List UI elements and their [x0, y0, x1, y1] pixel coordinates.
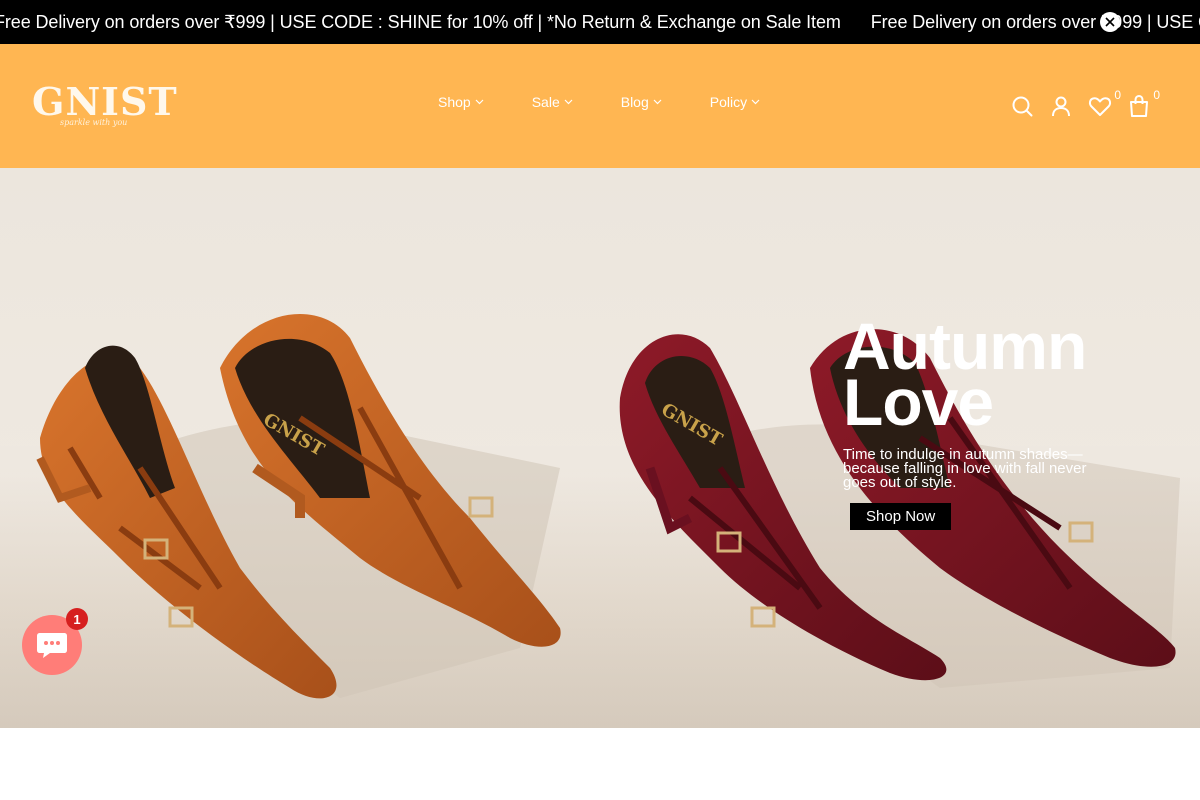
- hero-title: Autumn Love: [843, 313, 1143, 439]
- nav-item-sale[interactable]: Sale: [532, 94, 573, 110]
- logo-text: GNIST: [32, 79, 178, 124]
- announcement-message: Free Delivery on orders over ₹999 | USE …: [870, 11, 1200, 32]
- nav-item-label: Sale: [531, 94, 560, 110]
- announcement-bar: Free Delivery on orders over ₹999 | USE …: [0, 0, 1200, 44]
- shop-now-button[interactable]: Shop Now: [850, 503, 952, 530]
- cart-count: 0: [1153, 88, 1160, 102]
- main-nav: Shop Sale Blog Policy: [438, 94, 808, 110]
- hero-copy: Autumn Love Time to indulge in autumn sh…: [843, 313, 1143, 530]
- chevron-down-icon: [475, 99, 484, 105]
- logo-tagline: sparkle with you: [60, 118, 128, 127]
- nav-item-policy[interactable]: Policy: [710, 94, 760, 110]
- logo[interactable]: GNIST sparkle with you: [32, 79, 178, 130]
- chevron-down-icon: [751, 99, 760, 105]
- wishlist-icon[interactable]: 0: [1088, 88, 1121, 118]
- header-icons: 0 0: [1010, 88, 1166, 118]
- chat-badge: 1: [66, 608, 88, 630]
- hero-banner[interactable]: GNIST GNIST Autumn Love Time to indulge …: [0, 168, 1200, 728]
- announcement-marquee: Free Delivery on orders over ₹999 | USE …: [0, 0, 1200, 44]
- cart-icon[interactable]: 0: [1127, 88, 1160, 118]
- close-icon[interactable]: [1100, 12, 1120, 32]
- chevron-down-icon: [564, 99, 573, 105]
- hero-title-line: Love: [843, 365, 994, 439]
- search-icon[interactable]: [1010, 94, 1034, 118]
- announcement-message: Free Delivery on orders over ₹999 | USE …: [0, 11, 841, 32]
- nav-item-shop[interactable]: Shop: [438, 94, 484, 110]
- nav-item-label: Policy: [709, 94, 748, 110]
- nav-item-blog[interactable]: Blog: [621, 94, 662, 110]
- nav-item-label: Shop: [438, 94, 471, 110]
- wishlist-count: 0: [1114, 88, 1121, 102]
- account-icon[interactable]: [1049, 94, 1073, 118]
- site-header: GNIST sparkle with you Shop Sale Blog Po…: [0, 44, 1200, 168]
- chevron-down-icon: [653, 99, 662, 105]
- hero-subtitle: Time to indulge in autumn shades—because…: [843, 446, 1087, 491]
- nav-item-label: Blog: [620, 94, 649, 110]
- chat-icon: [37, 633, 67, 658]
